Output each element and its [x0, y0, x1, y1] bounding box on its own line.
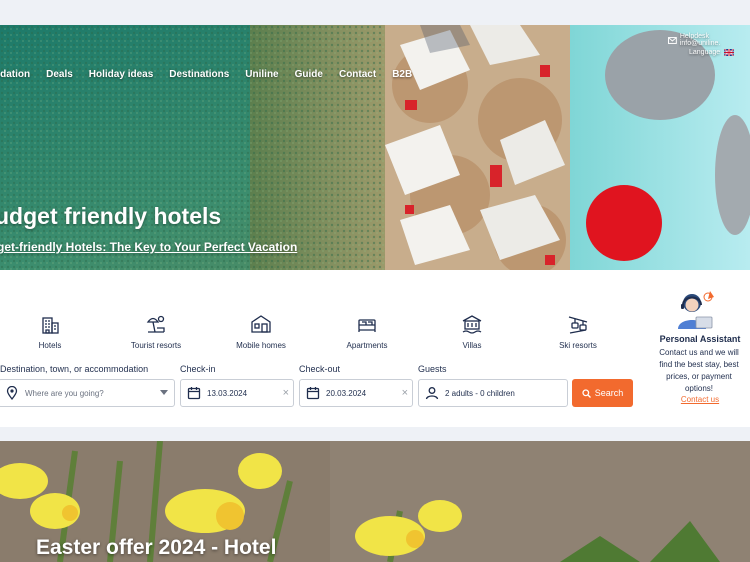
category-hotels[interactable]: Hotels	[5, 313, 95, 350]
nav-item-destinations[interactable]: Destinations	[169, 69, 229, 83]
checkin-label: Check-in	[180, 364, 216, 374]
category-tourist-resorts[interactable]: Tourist resorts	[111, 313, 201, 350]
ski-resort-icon	[568, 316, 588, 334]
guests-label: Guests	[418, 364, 447, 374]
top-bar	[0, 0, 750, 22]
offer-title: Easter offer 2024 - Hotel	[36, 536, 277, 559]
apartment-icon	[358, 319, 376, 332]
main-nav: odation Deals Holiday ideas Destinations…	[0, 69, 412, 83]
destination-input[interactable]: Where are you going?	[0, 379, 175, 407]
guests-value: 2 adults - 0 children	[445, 388, 515, 398]
checkin-field[interactable]: 13.03.2024 ×	[180, 379, 294, 407]
category-apartments[interactable]: Apartments	[322, 313, 412, 350]
destination-label: Destination, town, or accommodation	[0, 364, 149, 374]
hero-banner: odation Deals Holiday ideas Destinations…	[0, 25, 750, 270]
nav-item-contact[interactable]: Contact	[339, 69, 376, 83]
nav-item-deals[interactable]: Deals	[46, 69, 73, 83]
location-pin-icon	[6, 386, 18, 400]
person-icon	[425, 387, 439, 400]
helpdesk-link[interactable]: Helpdesk info@uniline.	[668, 33, 750, 47]
category-label: Tourist resorts	[130, 341, 182, 350]
nav-item-uniline[interactable]: Uniline	[245, 69, 278, 83]
category-label: Mobile homes	[236, 341, 286, 350]
assistant-title: Personal Assistant	[659, 334, 741, 344]
guests-field[interactable]: 2 adults - 0 children	[418, 379, 568, 407]
nav-item-holiday-ideas[interactable]: Holiday ideas	[89, 69, 153, 83]
calendar-icon	[187, 387, 201, 400]
search-button[interactable]: Search	[572, 379, 633, 407]
nav-item-accommodation[interactable]: odation	[0, 69, 30, 83]
hero-aerial-image	[0, 25, 750, 270]
hotel-icon	[42, 317, 59, 334]
clear-checkin-icon[interactable]: ×	[283, 387, 289, 399]
category-villas[interactable]: Villas	[427, 313, 517, 350]
search-icon	[582, 388, 591, 398]
chevron-down-icon[interactable]	[160, 390, 168, 395]
villa-icon	[462, 315, 482, 334]
tourist-resort-icon	[146, 315, 165, 333]
mobile-home-icon	[251, 315, 271, 333]
language-label: Language	[689, 49, 721, 56]
nav-item-b2b[interactable]: B2B	[392, 69, 412, 83]
category-ski-resorts[interactable]: Ski resorts	[533, 313, 623, 350]
contact-us-link[interactable]: Contact us	[650, 395, 750, 404]
nav-item-guide[interactable]: Guide	[295, 69, 323, 83]
checkin-value: 13.03.2024	[207, 388, 248, 398]
category-mobile-homes[interactable]: Mobile homes	[216, 313, 306, 350]
language-selector[interactable]: Language	[689, 49, 735, 56]
search-button-label: Search	[594, 388, 624, 398]
helpdesk-text: Helpdesk info@uniline.	[679, 33, 721, 47]
checkout-field[interactable]: 20.03.2024 ×	[299, 379, 413, 407]
destination-placeholder: Where are you going?	[25, 388, 104, 398]
category-label: Villas	[462, 341, 482, 350]
personal-assistant-avatar	[678, 291, 714, 329]
checkout-label: Check-out	[299, 364, 341, 374]
category-label: Ski resorts	[559, 341, 597, 350]
clear-checkout-icon[interactable]: ×	[402, 387, 408, 399]
hero-title: udget friendly hotels	[0, 203, 222, 229]
assistant-text: Contact us and we will find the best sta…	[659, 348, 739, 393]
uk-flag-icon	[724, 49, 735, 56]
calendar-icon	[306, 387, 320, 400]
mail-icon	[668, 36, 677, 44]
category-label: Hotels	[38, 341, 62, 350]
category-label: Apartments	[346, 341, 388, 350]
checkout-value: 20.03.2024	[326, 388, 367, 398]
hero-subtitle-link[interactable]: get-friendly Hotels: The Key to Your Per…	[0, 240, 297, 254]
